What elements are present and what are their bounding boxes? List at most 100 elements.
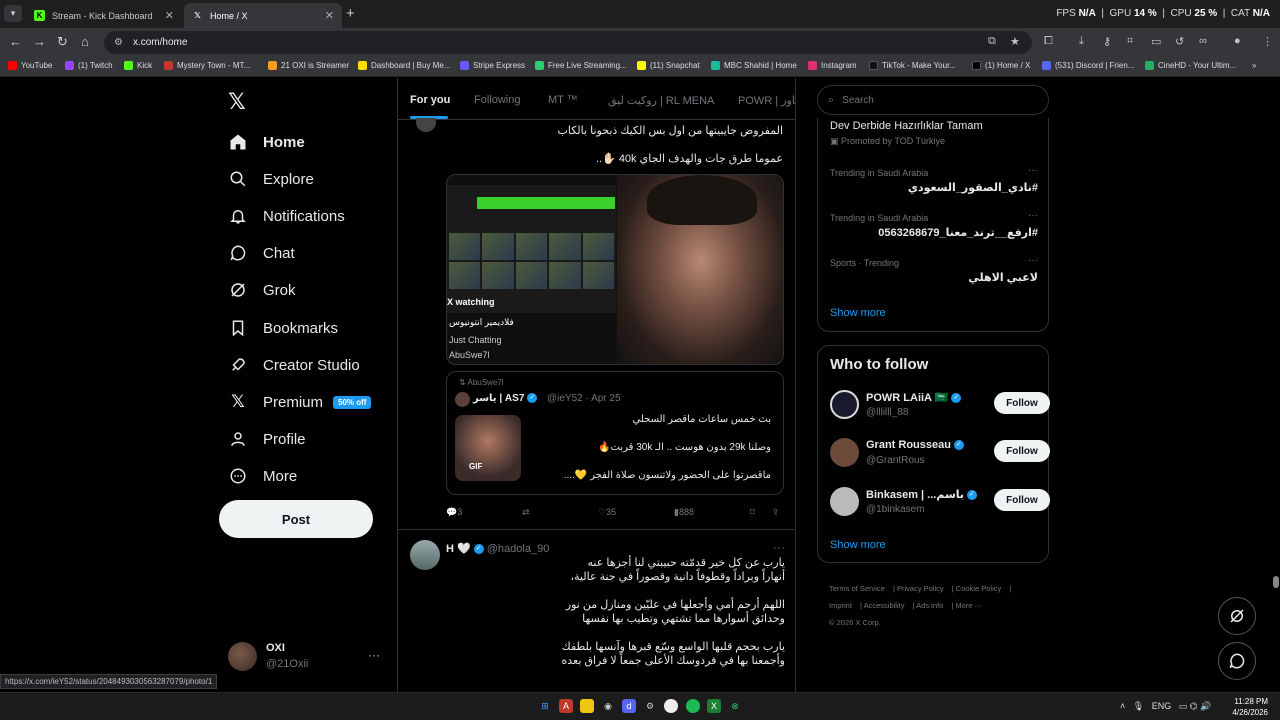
- nav-chat[interactable]: Chat: [228, 241, 295, 265]
- nav-creator-studio[interactable]: Creator Studio: [228, 353, 360, 377]
- bookmark-snapchat[interactable]: (11) Snapchat: [637, 61, 700, 70]
- translate-icon[interactable]: ⌗: [1127, 35, 1133, 48]
- footer-link[interactable]: Terms of Service: [829, 584, 885, 593]
- trend-item[interactable]: Sports · Trending ··· لاعبي الاهلي: [830, 255, 1038, 284]
- more-horizontal-icon[interactable]: ···: [1028, 255, 1038, 266]
- chrome-icon[interactable]: [664, 699, 678, 713]
- bookmark-cinehd[interactable]: CineHD - Your Ultim...: [1145, 61, 1236, 70]
- nav-notifications[interactable]: Notifications: [228, 204, 345, 228]
- nav-more[interactable]: More: [228, 464, 297, 488]
- tab-for-you[interactable]: For you: [410, 94, 450, 106]
- grok-button[interactable]: [1218, 597, 1256, 635]
- browser-menu-icon[interactable]: ⋮: [1262, 35, 1273, 48]
- tab-rl-mena[interactable]: روكيت ليق | RL MENA: [608, 94, 714, 107]
- footer-link[interactable]: Cookie Policy: [956, 584, 1001, 593]
- nav-home[interactable]: Home: [228, 130, 305, 154]
- tab-home-x[interactable]: 𝕏 Home / X ✕: [184, 3, 342, 28]
- trend-item[interactable]: Trending in Saudi Arabia ··· #ارفع__ترند…: [830, 210, 1038, 239]
- new-tab-icon[interactable]: +: [346, 5, 355, 22]
- tab-kick-dashboard[interactable]: K Stream - Kick Dashboard ✕: [26, 3, 182, 28]
- tweet[interactable]: H 🤍 ✓ @hadola_90 ··· يارب عن كل خير قدمّت…: [398, 529, 795, 692]
- back-icon[interactable]: ←: [9, 34, 22, 49]
- more-horizontal-icon[interactable]: ···: [1028, 165, 1038, 176]
- bookmark-twitch[interactable]: (1) Twitch: [65, 61, 113, 70]
- follow-suggestion[interactable]: Grant Rousseau ✓ @GrantRous Follow: [830, 438, 1050, 472]
- x-logo-icon[interactable]: 𝕏: [228, 89, 246, 115]
- bookmark-mystery-town[interactable]: Mystery Town - MT...: [164, 61, 250, 70]
- footer-link[interactable]: Privacy Policy: [897, 584, 944, 593]
- tweet-media[interactable]: X watching فلاديمير انتونيوس Just Chatti…: [446, 174, 784, 365]
- tab-following[interactable]: Following: [474, 94, 520, 106]
- bookmark-oxi-streamer[interactable]: 21 OXI is Streamer: [268, 61, 349, 70]
- messages-button[interactable]: [1218, 642, 1256, 680]
- more-horizontal-icon[interactable]: ···: [773, 540, 785, 554]
- search-input[interactable]: ⌕ Search: [817, 85, 1049, 115]
- bookmark-kick[interactable]: Kick: [124, 61, 152, 70]
- wallet-icon[interactable]: ▭: [1151, 35, 1161, 48]
- microphone-icon[interactable]: 🎙: [1133, 701, 1144, 711]
- network-icon[interactable]: ⌬: [1190, 701, 1198, 711]
- extensions-icon[interactable]: ⧠: [1044, 35, 1053, 48]
- promoted-trend[interactable]: Dev Derbide Hazırlıklar Tamam: [830, 120, 983, 132]
- more-horizontal-icon[interactable]: ···: [1028, 210, 1038, 221]
- show-hidden-icons[interactable]: ˄: [1120, 701, 1125, 711]
- follow-button[interactable]: Follow: [994, 440, 1050, 462]
- bookmark-shahid[interactable]: MBC Shahid | Home: [711, 61, 797, 70]
- bookmark-instagram[interactable]: Instagram: [808, 61, 857, 70]
- bookmark-x-home[interactable]: (1) Home / X: [972, 61, 1030, 70]
- volume-icon[interactable]: 🔊: [1200, 701, 1211, 711]
- follow-button[interactable]: Follow: [994, 489, 1050, 511]
- follow-button[interactable]: Follow: [994, 392, 1050, 414]
- footer-link[interactable]: Ads info: [916, 601, 943, 610]
- nav-grok[interactable]: Grok: [228, 278, 296, 302]
- nav-profile[interactable]: Profile: [228, 427, 306, 451]
- tab-search-icon[interactable]: ▾: [4, 5, 22, 22]
- bookmark-discord[interactable]: (531) Discord | Frien...: [1042, 61, 1134, 70]
- adobe-icon[interactable]: A: [559, 699, 573, 713]
- like-button[interactable]: ♡ 35: [598, 507, 616, 518]
- footer-link[interactable]: Imprint: [829, 601, 852, 610]
- bookmark-star-icon[interactable]: ★: [1010, 35, 1020, 48]
- tab-mt[interactable]: MT ™: [548, 94, 578, 106]
- steam-icon[interactable]: ⚙: [643, 699, 657, 713]
- show-more-link[interactable]: Show more: [830, 307, 886, 319]
- forward-icon[interactable]: →: [33, 34, 46, 49]
- file-explorer-icon[interactable]: [580, 699, 594, 713]
- more-horizontal-icon[interactable]: ···: [368, 648, 380, 662]
- home-button-icon[interactable]: ⌂: [81, 34, 89, 49]
- media-screenshot[interactable]: X watching فلاديمير انتونيوس Just Chatti…: [447, 175, 616, 364]
- share-icon[interactable]: ⇪: [772, 507, 780, 518]
- password-key-icon[interactable]: ⚷: [1103, 35, 1111, 48]
- discord-icon[interactable]: d: [622, 699, 636, 713]
- more-bookmarks-icon[interactable]: »: [1252, 61, 1256, 70]
- address-bar[interactable]: ⚙ x.com/home: [104, 31, 1032, 54]
- nav-bookmarks[interactable]: Bookmarks: [228, 316, 338, 340]
- download-icon[interactable]: ⤓: [1079, 35, 1084, 48]
- close-tab-icon[interactable]: ✕: [165, 9, 174, 22]
- follow-suggestion[interactable]: Binkasem | ...باسم ✓ @1binkasem Follow: [830, 487, 1050, 521]
- close-tab-icon[interactable]: ✕: [325, 9, 334, 22]
- url-text[interactable]: x.com/home: [133, 37, 187, 48]
- spotify-icon[interactable]: [686, 699, 700, 713]
- nav-explore[interactable]: Explore: [228, 167, 314, 191]
- xbox-icon[interactable]: ⊗: [728, 699, 742, 713]
- link-icon[interactable]: ∞: [1199, 35, 1207, 47]
- reply-button[interactable]: 💬 3: [446, 507, 462, 518]
- display-icon[interactable]: ▭: [1179, 701, 1188, 711]
- trend-item[interactable]: Trending in Saudi Arabia ··· #نادي_الصقو…: [830, 165, 1038, 194]
- views-button[interactable]: ▮ 888: [674, 507, 694, 518]
- bookmark-youtube[interactable]: YouTube: [8, 61, 52, 70]
- media-photo[interactable]: [617, 175, 783, 364]
- profile-avatar-icon[interactable]: ●: [1234, 35, 1241, 47]
- bookmark-free-live-streaming[interactable]: Free Live Streaming...: [535, 61, 627, 70]
- bookmark-icon[interactable]: ⌑: [750, 507, 755, 518]
- footer-link[interactable]: Accessibility: [864, 601, 905, 610]
- language-indicator[interactable]: ENG: [1152, 701, 1172, 711]
- repost-button[interactable]: ⇄: [522, 507, 530, 518]
- tab-powr[interactable]: POWR | باور: [738, 94, 795, 107]
- clock[interactable]: 11:28 PM 4/26/2026: [1232, 696, 1268, 718]
- history-icon[interactable]: ↺: [1175, 35, 1184, 48]
- site-info-icon[interactable]: ⚙: [114, 37, 123, 48]
- excel-icon[interactable]: X: [707, 699, 721, 713]
- account-switcher[interactable]: OXI @21Oxii ···: [228, 640, 384, 674]
